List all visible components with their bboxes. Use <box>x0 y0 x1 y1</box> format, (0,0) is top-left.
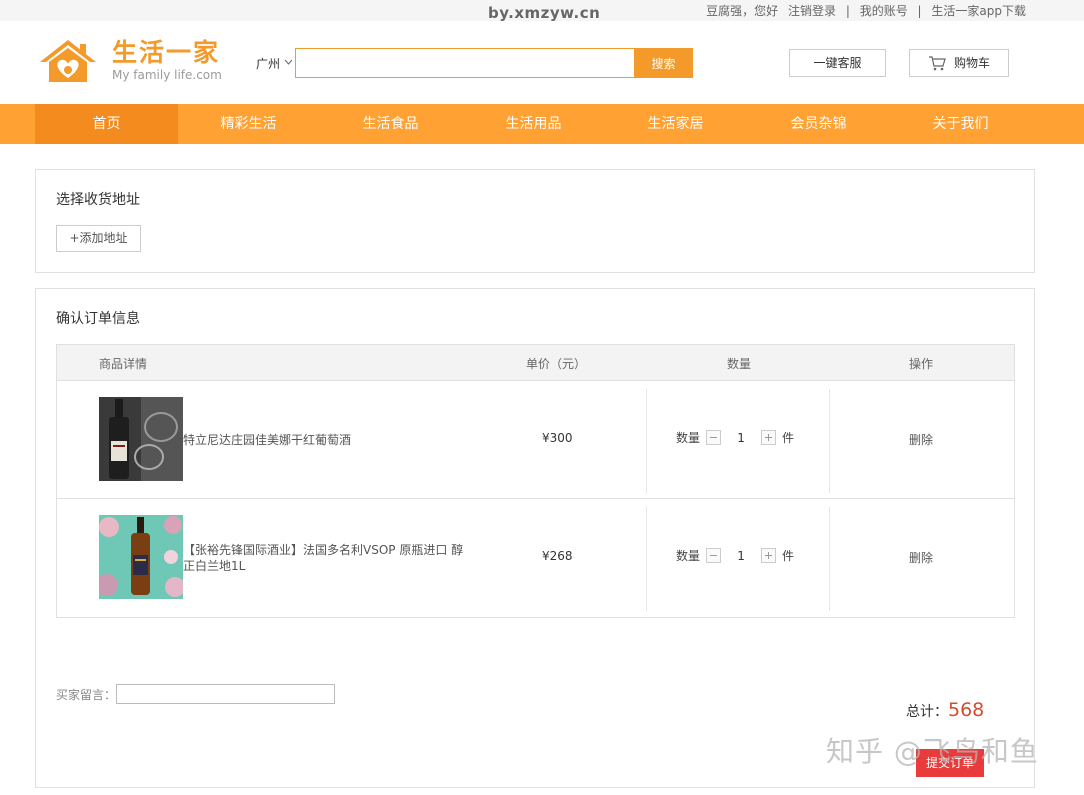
search-input[interactable] <box>295 48 635 78</box>
total-amount: 568 <box>948 699 985 721</box>
column-divider <box>829 389 830 493</box>
quantity-label: 数量 <box>676 431 701 445</box>
unit-price: ¥300 <box>542 431 573 445</box>
cart-label: 购物车 <box>954 56 991 70</box>
cart-icon <box>929 56 946 71</box>
product-image[interactable] <box>99 515 183 599</box>
order-table: 商品详情 单价（元） 数量 操作 特立尼达庄园佳美娜干红葡萄酒 ¥300 数量 <box>56 344 1015 618</box>
add-address-button[interactable]: +添加地址 <box>56 225 141 252</box>
unit-label: 件 <box>782 431 795 445</box>
search-button[interactable]: 搜索 <box>634 48 693 78</box>
column-header: 单价（元） <box>526 357 587 371</box>
main-nav: 首页 精彩生活 生活食品 生活用品 生活家居 会员杂锦 关于我们 <box>0 104 1084 144</box>
quantity-value[interactable]: 1 <box>727 431 755 445</box>
separator: | <box>845 4 850 18</box>
column-header: 数量 <box>727 357 752 371</box>
zhihu-watermark: 知乎 @飞鸟和鱼 <box>826 735 1039 768</box>
increase-button[interactable] <box>761 430 777 445</box>
customer-service-button[interactable]: 一键客服 <box>789 49 886 77</box>
column-divider <box>829 507 830 611</box>
nav-item-about[interactable]: 关于我们 <box>889 104 1032 144</box>
product-name[interactable]: 特立尼达庄园佳美娜干红葡萄酒 <box>183 432 473 448</box>
app-download-link[interactable]: 生活一家app下载 <box>931 4 1026 18</box>
quantity-label: 数量 <box>676 549 701 563</box>
city-label: 广州 <box>256 57 281 71</box>
decrease-button[interactable] <box>706 548 722 563</box>
column-divider <box>646 389 647 493</box>
order-panel-title: 确认订单信息 <box>56 311 140 327</box>
quantity-value[interactable]: 1 <box>727 549 755 563</box>
cart-button[interactable]: 购物车 <box>909 49 1009 77</box>
city-selector[interactable]: 广州 <box>256 55 293 72</box>
nav-item-goods[interactable]: 生活用品 <box>462 104 605 144</box>
column-header: 操作 <box>909 357 934 371</box>
separator: | <box>917 4 922 18</box>
total-label: 总计： <box>906 704 948 720</box>
my-account-link[interactable]: 我的账号 <box>860 4 908 18</box>
increase-button[interactable] <box>761 548 777 563</box>
quantity-stepper: 数量 1 件 <box>676 547 794 564</box>
order-total: 总计：568 <box>906 699 984 721</box>
nav-item-life[interactable]: 精彩生活 <box>177 104 320 144</box>
logo-title: 生活一家 <box>112 38 221 67</box>
table-header: 商品详情 单价（元） 数量 操作 <box>57 345 1014 381</box>
delete-button[interactable]: 删除 <box>909 431 933 448</box>
greeting-text: 豆腐强，您好 <box>706 4 779 18</box>
nav-item-home[interactable]: 首页 <box>35 104 178 144</box>
logo-subtitle: My family life.com <box>112 68 222 82</box>
delete-button[interactable]: 删除 <box>909 549 933 566</box>
address-panel: 选择收货地址 +添加地址 <box>35 169 1035 273</box>
table-row: 【张裕先锋国际酒业】法国多名利VSOP 原瓶进口 醇正白兰地1L ¥268 数量… <box>57 499 1014 617</box>
quantity-stepper: 数量 1 件 <box>676 429 794 446</box>
top-links: 豆腐强，您好 注销登录 | 我的账号 | 生活一家app下载 <box>703 2 1029 19</box>
site-logo[interactable]: 生活一家 My family life.com <box>38 38 222 84</box>
site-watermark: by.xmzyw.cn <box>488 4 601 22</box>
chevron-down-icon <box>284 59 293 65</box>
column-header: 商品详情 <box>99 357 148 371</box>
table-row: 特立尼达庄园佳美娜干红葡萄酒 ¥300 数量 1 件 删除 <box>57 381 1014 499</box>
unit-price: ¥268 <box>542 549 573 563</box>
house-heart-icon <box>40 40 96 82</box>
decrease-button[interactable] <box>706 430 722 445</box>
product-image[interactable] <box>99 397 183 481</box>
product-name[interactable]: 【张裕先锋国际酒业】法国多名利VSOP 原瓶进口 醇正白兰地1L <box>183 542 473 574</box>
buyer-message-input[interactable] <box>116 684 335 704</box>
nav-item-home-furnishing[interactable]: 生活家居 <box>604 104 747 144</box>
unit-label: 件 <box>782 549 795 563</box>
buyer-message-label: 买家留言： <box>56 688 117 702</box>
nav-item-food[interactable]: 生活食品 <box>319 104 462 144</box>
nav-item-member[interactable]: 会员杂锦 <box>747 104 890 144</box>
column-divider <box>646 507 647 611</box>
address-panel-title: 选择收货地址 <box>56 192 140 208</box>
order-panel: 确认订单信息 商品详情 单价（元） 数量 操作 特立尼达庄园佳美娜干红葡萄酒 ¥… <box>35 288 1035 788</box>
logout-link[interactable]: 注销登录 <box>788 4 836 18</box>
